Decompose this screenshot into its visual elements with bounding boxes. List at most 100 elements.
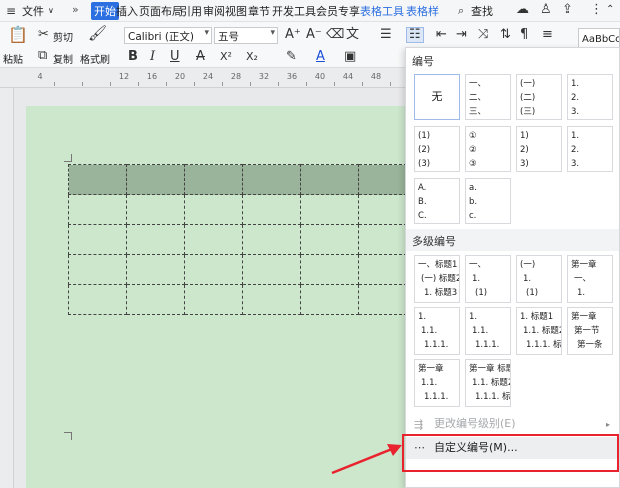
multilevel-style-option[interactable]: 第一章 1.1. 1.1.1. <box>414 359 460 407</box>
bullet-list-icon[interactable]: ☰ <box>380 28 392 42</box>
line-spacing-icon[interactable]: ≡ <box>542 28 553 42</box>
table-cell[interactable] <box>68 194 127 225</box>
share-user-icon[interactable]: ♙ <box>540 3 552 17</box>
sort-icon[interactable]: ⇅ <box>500 28 511 42</box>
tab-table-style[interactable]: 表格样 <box>406 3 439 19</box>
numbering-none-option[interactable]: 无 <box>414 74 460 120</box>
tab-review[interactable]: 审阅 <box>203 3 225 19</box>
table-cell[interactable] <box>68 164 127 195</box>
tab-table-tools[interactable]: 表格工具 <box>360 3 404 19</box>
share-icon[interactable]: ⇪ <box>562 3 573 17</box>
multilevel-style-option[interactable]: 第一章 标题1 1.1. 标题2 1.1.1. 标题3 <box>465 359 511 407</box>
bold-button[interactable]: B <box>128 50 138 64</box>
shrink-font-icon[interactable]: A⁻ <box>306 28 322 42</box>
font-size-select[interactable]: 五号 ▾ <box>214 27 278 44</box>
numbering-style-option[interactable]: 1. 2. 3. <box>567 74 613 120</box>
grow-font-icon[interactable]: A⁺ <box>285 28 301 42</box>
table-cell[interactable] <box>126 254 185 285</box>
search-icon[interactable]: ⌕ <box>458 4 464 18</box>
numbering-style-option[interactable]: (一) (二) (三) <box>516 74 562 120</box>
table-cell[interactable] <box>184 254 243 285</box>
table-cell[interactable] <box>184 164 243 195</box>
clear-format-icon[interactable]: ⌫ <box>326 28 344 42</box>
table-cell[interactable] <box>300 164 359 195</box>
copy-icon[interactable]: ⧉ <box>38 49 47 63</box>
format-painter-icon[interactable]: 🖌 <box>88 26 107 41</box>
multilevel-style-option[interactable]: (一) 1. (1) <box>516 255 562 303</box>
show-marks-icon[interactable]: ¶ <box>520 28 528 42</box>
multilevel-style-option[interactable]: 1. 1.1. 1.1.1. <box>414 307 460 355</box>
collapse-icon[interactable]: ⌃ <box>606 3 614 17</box>
numbering-style-option[interactable]: ① ② ③ <box>465 126 511 172</box>
tab-member[interactable]: 会员专享 <box>316 3 360 19</box>
numbering-style-option[interactable]: 一、 二、 三、 <box>465 74 511 120</box>
paste-icon[interactable]: 📋 <box>8 27 28 43</box>
multilevel-style-option[interactable]: 1. 1.1. 1.1.1. <box>465 307 511 355</box>
numbering-style-option[interactable]: A. B. C. <box>414 178 460 224</box>
table-cell[interactable] <box>184 284 243 315</box>
hamburger-icon[interactable]: ≡ <box>6 4 16 18</box>
format-painter-button[interactable]: 格式刷 <box>80 51 110 66</box>
copy-button[interactable]: 复制 <box>53 51 73 66</box>
cloud-icon[interactable]: ☁ <box>516 3 529 17</box>
table-cell[interactable] <box>68 254 127 285</box>
multilevel-style-option[interactable]: 一、标题1 (一) 标题2 1. 标题3 <box>414 255 460 303</box>
multilevel-style-option[interactable]: 1. 标题1 1.1. 标题2 1.1.1. 标题3 <box>516 307 562 355</box>
table-cell[interactable] <box>242 164 301 195</box>
decrease-indent-icon[interactable]: ⇤ <box>436 28 447 42</box>
cut-button[interactable]: 剪切 <box>53 29 73 44</box>
table-cell[interactable] <box>242 254 301 285</box>
table-cell[interactable] <box>242 284 301 315</box>
search-label[interactable]: 查找 <box>471 3 493 19</box>
menu-file[interactable]: 文件 <box>22 3 44 19</box>
superscript-button[interactable]: X² <box>220 50 232 64</box>
table-cell[interactable] <box>300 224 359 255</box>
table-cell[interactable] <box>126 224 185 255</box>
document-table[interactable] <box>68 164 417 315</box>
tab-home[interactable]: 开始 <box>91 2 119 20</box>
numbering-style-option[interactable]: 1) 2) 3) <box>516 126 562 172</box>
table-cell[interactable] <box>184 194 243 225</box>
numbering-style-option[interactable]: 1. 2. 3. <box>567 126 613 172</box>
table-cell[interactable] <box>242 194 301 225</box>
font-color-icon[interactable]: A <box>316 50 325 64</box>
vertical-ruler[interactable] <box>0 88 14 488</box>
underline-button[interactable]: U <box>170 50 180 64</box>
table-cell[interactable] <box>126 164 185 195</box>
tab-chapter[interactable]: 章节 <box>248 3 270 19</box>
change-level-menu-item[interactable]: ⇶ 更改编号级别(E) ▸ <box>406 413 619 435</box>
table-cell[interactable] <box>300 254 359 285</box>
paste-button[interactable]: 粘贴 <box>3 51 23 66</box>
menu-file-caret[interactable]: ∨ <box>48 6 54 15</box>
numbering-style-option[interactable]: a. b. c. <box>465 178 511 224</box>
text-direction-icon[interactable]: ⤨ <box>478 28 488 42</box>
multilevel-style-option[interactable]: 一、 1. (1) <box>465 255 511 303</box>
table-cell[interactable] <box>242 224 301 255</box>
table-cell[interactable] <box>68 224 127 255</box>
italic-button[interactable]: I <box>150 50 155 64</box>
strikethrough-button[interactable]: A <box>196 50 205 64</box>
increase-indent-icon[interactable]: ⇥ <box>456 28 467 42</box>
more-menus-icon[interactable]: » <box>72 3 79 16</box>
tab-developer[interactable]: 开发工具 <box>272 3 316 19</box>
table-cell[interactable] <box>300 194 359 225</box>
multilevel-style-option[interactable]: 第一章 第一节 第一条 <box>567 307 613 355</box>
tab-page-layout[interactable]: 页面布局 <box>139 3 183 19</box>
tab-insert[interactable]: 插入 <box>116 3 138 19</box>
char-border-icon[interactable]: ▣ <box>344 50 356 64</box>
table-cell[interactable] <box>126 194 185 225</box>
subscript-button[interactable]: X₂ <box>246 50 258 64</box>
scissors-icon[interactable]: ✂ <box>38 28 49 42</box>
numbered-list-icon[interactable]: ☷ <box>406 27 424 43</box>
table-cell[interactable] <box>300 284 359 315</box>
table-cell[interactable] <box>126 284 185 315</box>
table-cell[interactable] <box>184 224 243 255</box>
table-cell[interactable] <box>68 284 127 315</box>
horizontal-ruler[interactable]: 4 12 16 20 24 28 32 36 40 44 48 <box>0 68 405 88</box>
multilevel-style-option[interactable]: 第一章 一、 1. <box>567 255 613 303</box>
phonetic-icon[interactable]: 文 <box>346 28 359 42</box>
font-name-select[interactable]: Calibri (正文) ▾ <box>124 27 212 44</box>
tab-references[interactable]: 引用 <box>180 3 202 19</box>
more-icon[interactable]: ⋮ <box>590 3 603 17</box>
numbering-style-option[interactable]: (1) (2) (3) <box>414 126 460 172</box>
